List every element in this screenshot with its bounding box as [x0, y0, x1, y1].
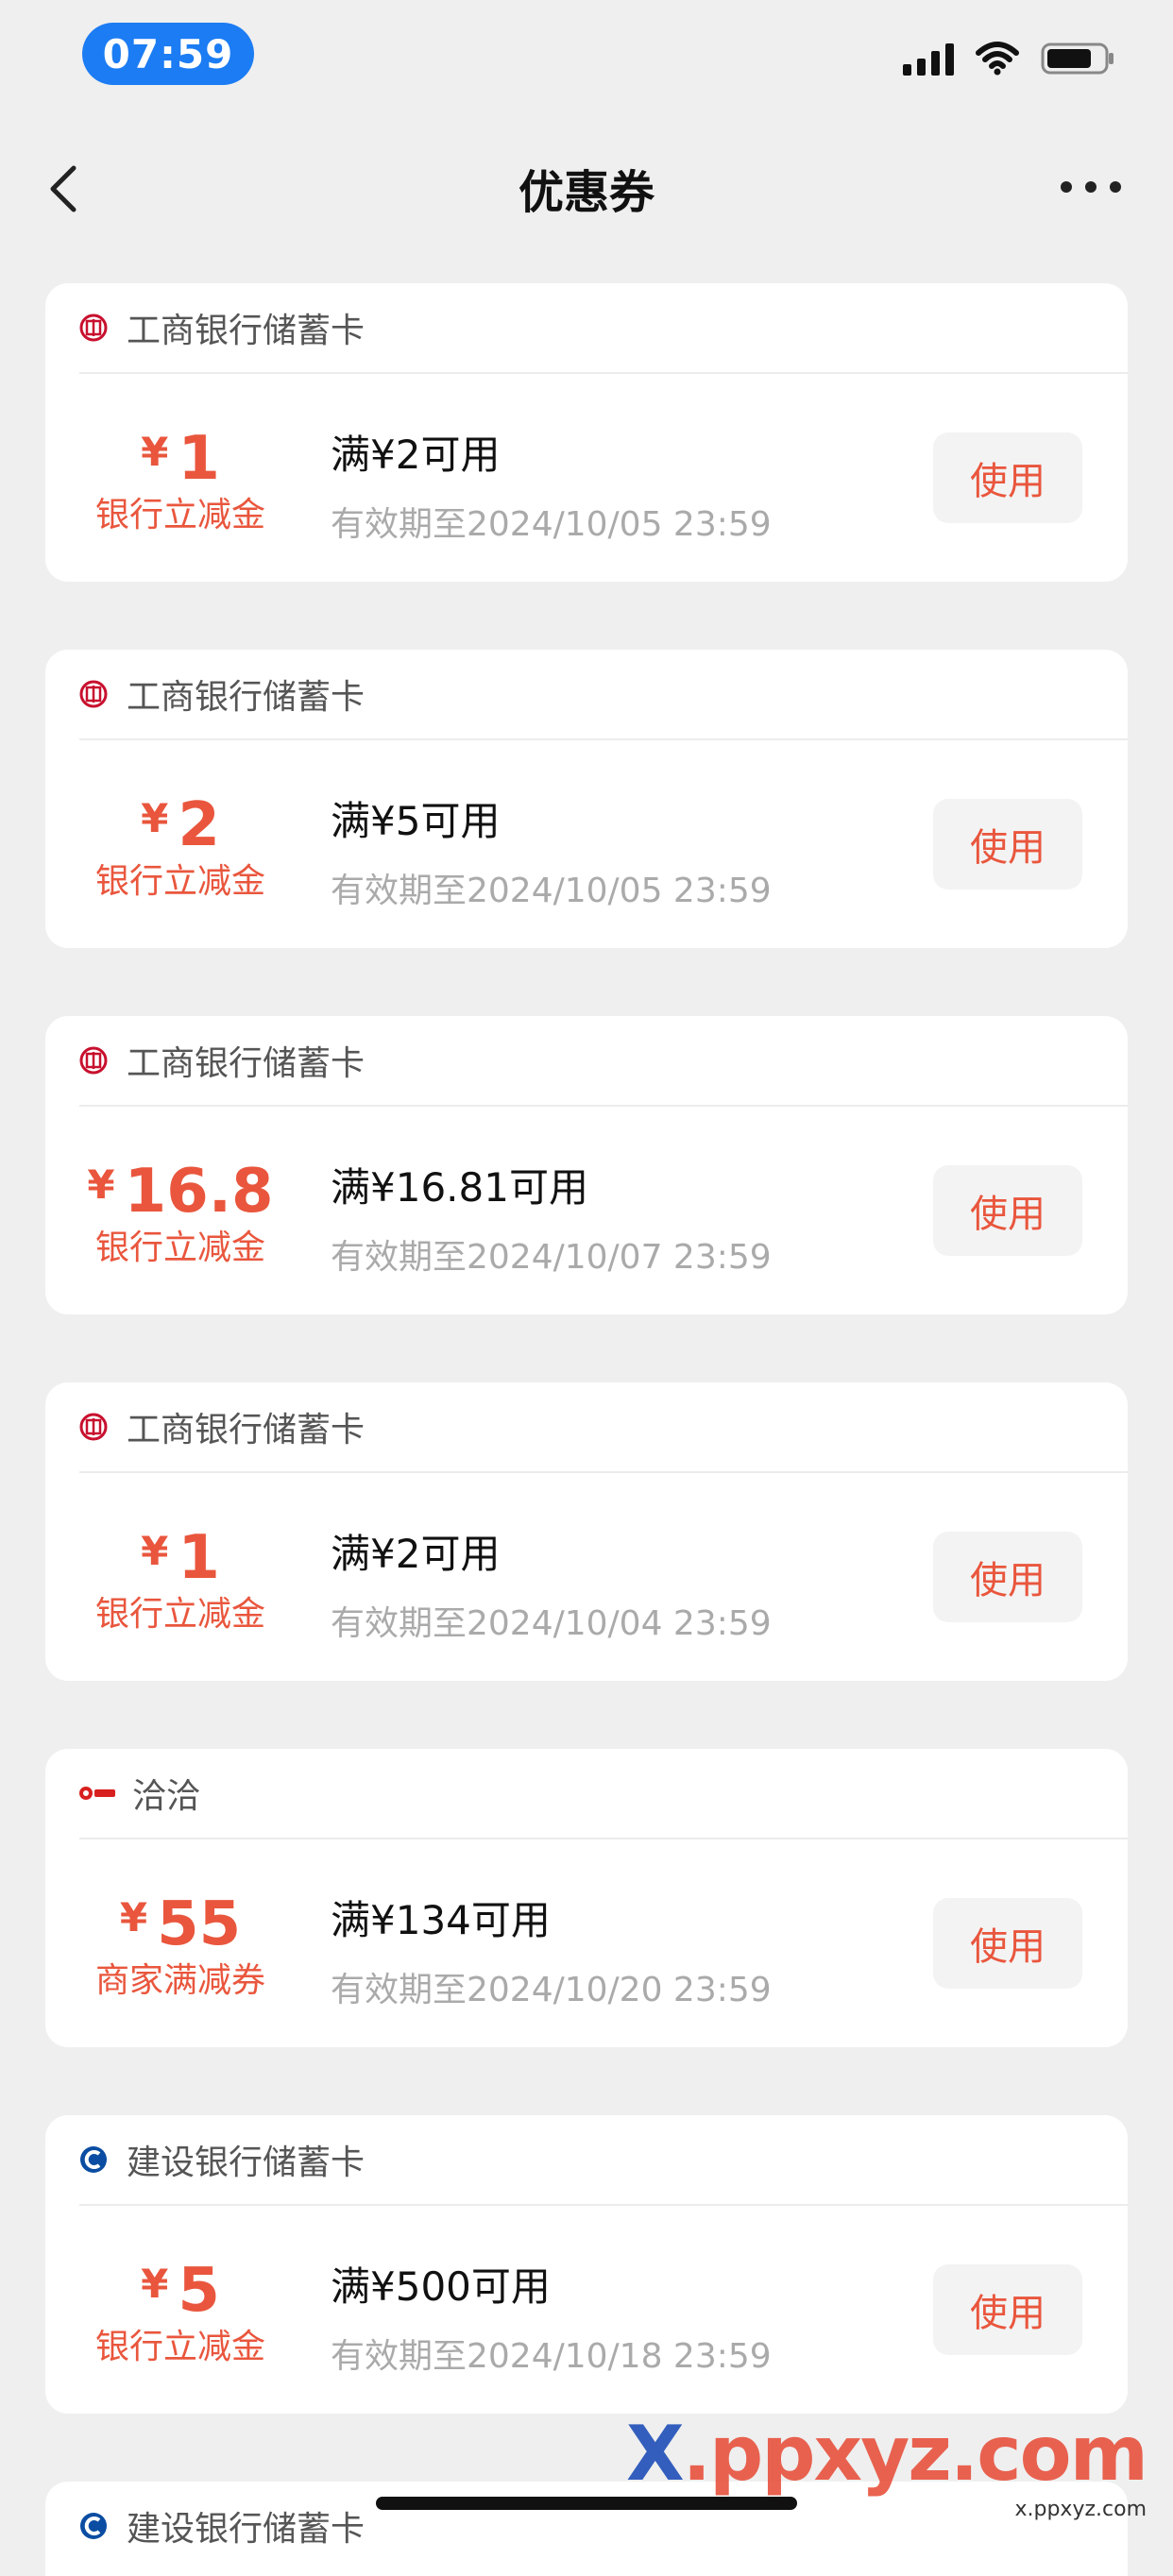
battery-icon — [1041, 42, 1116, 76]
coupon-condition: 满¥2可用 — [331, 1531, 501, 1577]
coupon-card: 建设银行储蓄卡 ¥5 银行立减金 满¥500可用 有效期至2024/10/18 … — [45, 2115, 1128, 2414]
coupon-condition: 满¥16.81可用 — [331, 1164, 588, 1211]
coupon-body: ¥55 商家满减券 满¥134可用 有效期至2024/10/20 23:59 使… — [45, 1839, 1128, 2047]
coupon-header: 建设银行储蓄卡 — [79, 2115, 1128, 2206]
coupon-body: ¥1 银行立减金 满¥2可用 有效期至2024/10/04 23:59 使用 — [45, 1473, 1128, 1681]
coupon-amount: ¥1 — [45, 419, 315, 492]
issuer-name: 工商银行储蓄卡 — [127, 678, 366, 717]
amount-block: ¥55 商家满减券 — [45, 1885, 315, 2005]
coupon-amount: ¥16.8 — [45, 1152, 315, 1225]
use-button[interactable]: 使用 — [933, 799, 1082, 890]
nav-bar: 优惠券 — [0, 142, 1173, 236]
icbc-logo-icon — [79, 1046, 108, 1075]
use-button[interactable]: 使用 — [933, 2264, 1082, 2355]
amount-value: 1 — [178, 424, 220, 494]
coupon-validity: 有效期至2024/10/18 23:59 — [331, 2337, 772, 2376]
coupon-validity: 有效期至2024/10/07 23:59 — [331, 1238, 772, 1277]
coupon-type: 银行立减金 — [94, 1229, 265, 1267]
amount-block: ¥1 银行立减金 — [45, 419, 315, 539]
coupon-header: 工商银行储蓄卡 — [79, 1016, 1128, 1107]
issuer-name: 建设银行储蓄卡 — [127, 2144, 366, 2182]
issuer-name: 工商银行储蓄卡 — [127, 1044, 366, 1083]
amount-value: 2 — [178, 790, 220, 860]
use-button[interactable]: 使用 — [933, 1532, 1082, 1622]
coupon-body: ¥1 银行立减金 满¥2可用 有效期至2024/10/05 23:59 使用 — [45, 374, 1128, 582]
amount-value: 55 — [157, 1890, 242, 1959]
coupon-condition: 满¥134可用 — [331, 1897, 551, 1943]
coupon-condition: 满¥500可用 — [331, 2263, 551, 2310]
coupon-card: 工商银行储蓄卡 ¥1 银行立减金 满¥2可用 有效期至2024/10/04 23… — [45, 1382, 1128, 1681]
amount-value: 5 — [178, 2256, 220, 2326]
cellular-signal-icon — [903, 42, 954, 76]
currency-symbol: ¥ — [141, 2261, 169, 2307]
coupon-validity: 有效期至2024/10/05 23:59 — [331, 505, 772, 544]
coupon-validity: 有效期至2024/10/05 23:59 — [331, 872, 772, 910]
currency-symbol: ¥ — [141, 1528, 169, 1574]
coupon-amount: ¥5 — [45, 2251, 315, 2324]
status-time: 07:59 — [82, 23, 254, 85]
issuer-name: 工商银行储蓄卡 — [127, 1411, 366, 1449]
icbc-logo-icon — [79, 1413, 108, 1441]
coupon-list: 工商银行储蓄卡 ¥1 银行立减金 满¥2可用 有效期至2024/10/05 23… — [45, 283, 1128, 2576]
use-button[interactable]: 使用 — [933, 432, 1082, 523]
coupon-header: 工商银行储蓄卡 — [79, 283, 1128, 374]
status-bar: 07:59 — [0, 0, 1173, 113]
coupon-condition: 满¥5可用 — [331, 798, 501, 844]
coupon-type: 银行立减金 — [94, 2328, 265, 2366]
amount-value: 1 — [178, 1523, 220, 1593]
amount-block: ¥1 银行立减金 — [45, 1518, 315, 1638]
coupon-type: 商家满减券 — [94, 1961, 265, 2000]
coupon-header: 工商银行储蓄卡 — [79, 1382, 1128, 1473]
coupon-amount: ¥1 — [45, 1518, 315, 1591]
currency-symbol: ¥ — [141, 795, 169, 841]
coupon-type: 银行立减金 — [94, 496, 265, 534]
currency-symbol: ¥ — [87, 1161, 115, 1208]
coupon-header: 工商银行储蓄卡 — [79, 650, 1128, 740]
coupon-condition: 满¥2可用 — [331, 432, 501, 478]
issuer-name: 工商银行储蓄卡 — [127, 312, 366, 350]
amount-block: ¥2 银行立减金 — [45, 786, 315, 906]
coupon-body: ¥5 银行立减金 满¥500可用 有效期至2024/10/18 23:59 使用 — [45, 2206, 1128, 2414]
coupon-amount: ¥2 — [45, 786, 315, 858]
coupon-header: 洽洽 — [79, 1749, 1128, 1839]
coupon-validity: 有效期至2024/10/04 23:59 — [331, 1604, 772, 1643]
currency-symbol: ¥ — [141, 429, 169, 475]
coupon-card: 工商银行储蓄卡 ¥16.8 银行立减金 满¥16.81可用 有效期至2024/1… — [45, 1016, 1128, 1314]
home-indicator[interactable] — [376, 2497, 797, 2510]
more-options-icon[interactable] — [1061, 176, 1121, 198]
use-button[interactable]: 使用 — [933, 1898, 1082, 1989]
coupon-amount: ¥55 — [45, 1885, 315, 1957]
amount-value: 16.8 — [124, 1157, 274, 1227]
coupon-type: 银行立减金 — [94, 862, 265, 901]
coupon-card: 工商银行储蓄卡 ¥1 银行立减金 满¥2可用 有效期至2024/10/05 23… — [45, 283, 1128, 582]
amount-block: ¥16.8 银行立减金 — [45, 1152, 315, 1272]
coupon-card: 工商银行储蓄卡 ¥2 银行立减金 满¥5可用 有效期至2024/10/05 23… — [45, 650, 1128, 948]
coupon-body: ¥16.8 银行立减金 满¥16.81可用 有效期至2024/10/07 23:… — [45, 1107, 1128, 1314]
wifi-icon — [975, 42, 1020, 76]
ccb-logo-icon — [80, 2513, 107, 2539]
coupon-type: 银行立减金 — [94, 1595, 265, 1634]
ccb-logo-icon — [80, 2146, 107, 2173]
icbc-logo-icon — [79, 680, 108, 708]
coupon-validity: 有效期至2024/10/20 23:59 — [331, 1971, 772, 2009]
coupon-body: ¥2 银行立减金 满¥5可用 有效期至2024/10/05 23:59 使用 — [45, 740, 1128, 948]
amount-block: ¥5 银行立减金 — [45, 2251, 315, 2371]
watermark-logo: X.ppxyz.com — [625, 2410, 1148, 2498]
status-icons — [903, 42, 1116, 76]
issuer-name: 洽洽 — [132, 1777, 201, 1816]
page-title: 优惠券 — [518, 166, 654, 219]
currency-symbol: ¥ — [119, 1894, 148, 1940]
issuer-name: 建设银行储蓄卡 — [127, 2510, 366, 2549]
qiaqia-logo-icon — [79, 1785, 117, 1802]
use-button[interactable]: 使用 — [933, 1165, 1082, 1256]
coupon-card: 洽洽 ¥55 商家满减券 满¥134可用 有效期至2024/10/20 23:5… — [45, 1749, 1128, 2047]
icbc-logo-icon — [79, 314, 108, 342]
